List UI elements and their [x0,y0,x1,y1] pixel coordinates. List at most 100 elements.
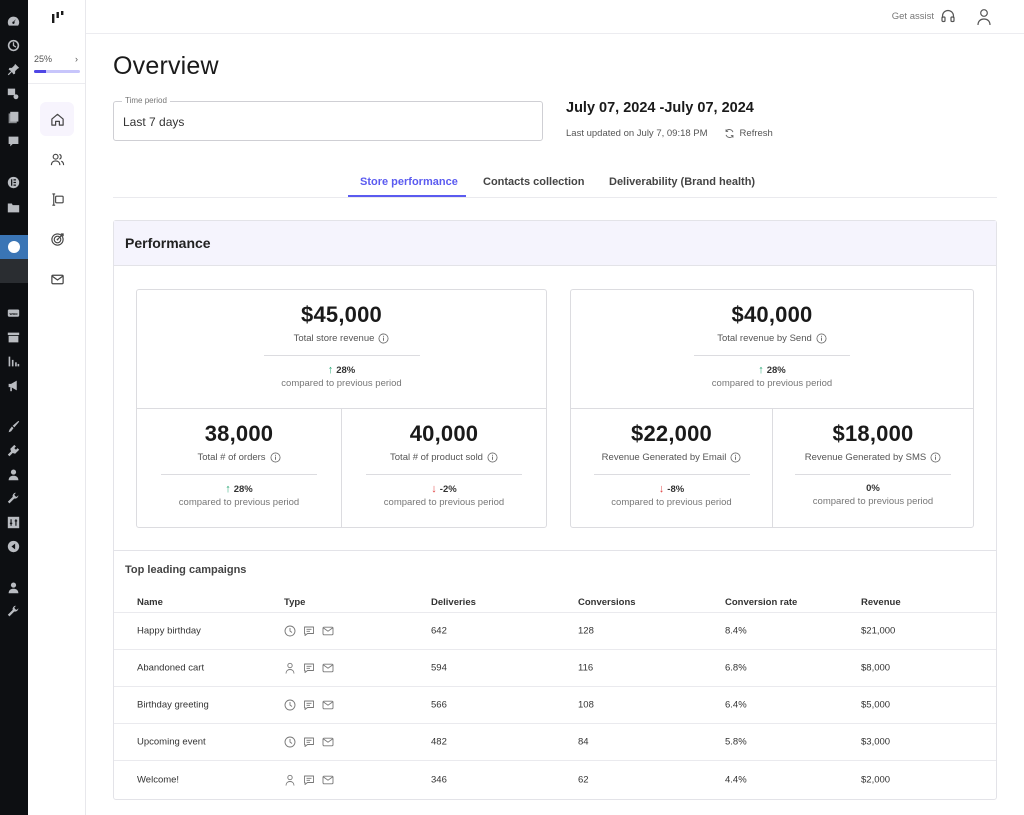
metric-change: ↓ -8% [658,483,685,495]
folder-icon[interactable] [6,200,20,214]
users-icon[interactable] [6,467,20,481]
headset-icon [941,9,955,23]
last-updated-text: Last updated on July 7, 09:18 PM [566,128,708,139]
info-icon[interactable] [930,452,941,463]
active-plugin-submenu[interactable] [0,259,28,283]
table-row[interactable]: Happy birthday 642 128 8.4% $21,000 [114,613,996,650]
mail-icon [322,699,334,711]
setup-progress[interactable]: 25% › [34,54,80,73]
tabs: Store performance Contacts collection De… [113,168,997,198]
analytics-icon[interactable] [6,354,20,368]
arrow-up-icon: ↑ [225,483,231,495]
column-header-deliveries[interactable]: Deliveries [431,597,476,608]
tools-icon[interactable] [6,491,20,505]
metric-divider [366,474,522,475]
page-title: Overview [113,52,219,80]
nav-item-email[interactable] [40,262,74,296]
get-assist-label: Get assist [891,10,934,22]
media-icon[interactable] [6,86,20,100]
metric-divider [161,474,317,475]
campaigns-table: Name Type Deliveries Conversions Convers… [114,589,996,798]
nav-divider [28,83,85,84]
clock-icon [284,699,296,711]
campaign-revenue: $8,000 [861,662,891,674]
campaign-type-icons [284,699,334,711]
info-icon[interactable] [270,452,281,463]
column-header-revenue[interactable]: Revenue [861,597,901,608]
woo-icon[interactable]: woo [6,306,20,320]
archive-icon[interactable] [6,330,20,344]
performance-title: Performance [114,221,996,266]
campaigns-title: Top leading campaigns [125,564,247,576]
comments-icon[interactable] [6,134,20,148]
refresh-button[interactable]: Refresh [724,128,773,139]
metric-value: 38,000 [204,421,274,446]
get-assist-button[interactable]: Get assist [892,8,956,24]
person-icon [284,774,296,786]
metric-total-revenue-by-send: $40,000 Total revenue by Send ↑ 28% compa… [571,290,973,409]
users-icon [50,153,64,165]
info-icon[interactable] [378,333,389,344]
nav-item-forms[interactable] [40,182,74,216]
settings-icon[interactable] [6,515,20,529]
table-header: Name Type Deliveries Conversions Convers… [114,589,996,613]
mail-icon [322,774,334,786]
nav-item-contacts[interactable] [40,142,74,176]
mail-icon [50,274,64,284]
table-row[interactable]: Upcoming event 482 84 5.8% $3,000 [114,724,996,761]
metric-change: 0% [866,483,880,494]
info-icon[interactable] [816,333,827,344]
campaign-type-icons [284,736,334,748]
sms-icon [303,736,315,748]
tab-store-performance[interactable]: Store performance [360,176,458,188]
metric-value: $40,000 [731,302,813,327]
table-row[interactable]: Welcome! 346 62 4.4% $2,000 [114,761,996,798]
info-icon[interactable] [487,452,498,463]
table-row[interactable]: Birthday greeting 566 108 6.4% $5,000 [114,687,996,724]
appearance-icon[interactable] [6,419,20,433]
metric-products-sold: 40,000 Total # of product sold ↓ -2% comp… [342,409,546,528]
nav-item-campaigns[interactable] [40,222,74,256]
setup-progress-fill [34,70,46,73]
campaign-conversion-rate: 8.4% [725,625,747,637]
user-icon[interactable] [6,580,20,594]
pin-icon[interactable] [6,62,20,76]
collapse-icon[interactable] [6,539,20,553]
pages-icon[interactable] [6,110,20,124]
setup-progress-bar [34,70,80,73]
marketing-icon[interactable] [6,378,20,392]
dashboard-icon[interactable] [6,14,20,28]
time-period-select[interactable]: Time period Last 7 days [113,96,543,141]
campaign-type-icons [284,662,334,674]
active-plugin-menu-item[interactable] [0,235,28,259]
campaign-deliveries: 482 [431,736,447,748]
user-profile-icon[interactable] [976,8,992,26]
wp-admin-bar: woo [0,0,28,815]
mail-icon [322,736,334,748]
elementor-icon[interactable] [6,175,20,189]
metric-label: Total # of product sold [390,452,498,463]
history-icon[interactable] [6,38,20,52]
app-side-nav: 25% › [28,0,86,815]
wrench-icon[interactable] [6,604,20,618]
column-header-name[interactable]: Name [137,597,163,608]
column-header-type[interactable]: Type [284,597,305,608]
campaign-conversions: 62 [578,774,589,785]
metric-compare-text: compared to previous period [281,378,402,389]
tab-deliverability[interactable]: Deliverability (Brand health) [609,176,755,188]
column-header-conversion-rate[interactable]: Conversion rate [725,597,797,608]
metric-label: Revenue Generated by SMS [805,452,941,463]
campaign-conversions: 128 [578,625,594,637]
column-header-conversions[interactable]: Conversions [578,597,636,608]
time-period-legend: Time period [122,96,170,105]
nav-item-home[interactable] [40,102,74,136]
table-row[interactable]: Abandoned cart 594 116 6.8% $8,000 [114,650,996,687]
metric-compare-text: compared to previous period [178,497,300,508]
info-icon[interactable] [730,452,741,463]
brand-logo-icon[interactable] [51,10,65,24]
campaign-conversion-rate: 4.4% [725,774,747,785]
plugins-icon[interactable] [6,443,20,457]
campaign-revenue: $2,000 [861,774,891,785]
campaign-name: Birthday greeting [137,699,209,711]
tab-contacts-collection[interactable]: Contacts collection [483,176,584,188]
